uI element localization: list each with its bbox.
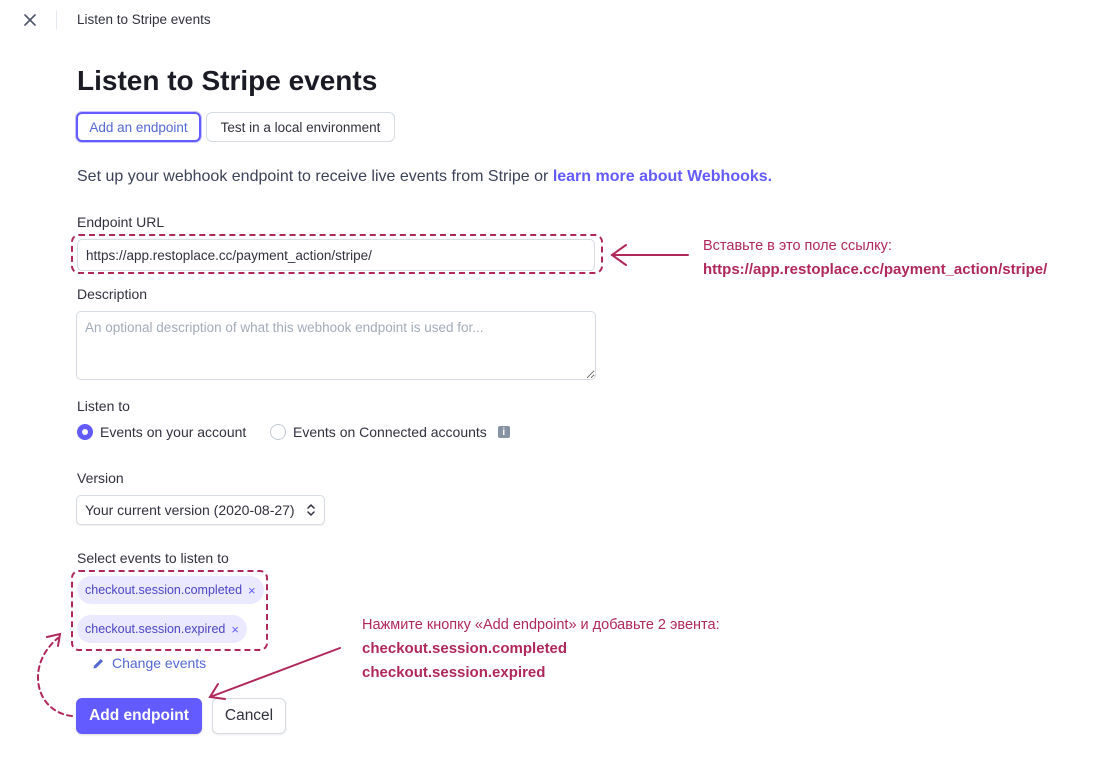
events-note-line3: checkout.session.expired [362, 664, 546, 681]
url-note-line2: https://app.restoplace.cc/payment_action… [703, 261, 1048, 278]
button-arrow [208, 647, 341, 700]
url-arrow [610, 244, 689, 266]
url-note-line1: Вставьте в это поле ссылку: [703, 238, 892, 254]
events-instruction-note: Нажмите кнопку «Add endpoint» и добавьте… [362, 614, 720, 685]
events-note-line1: Нажмите кнопку «Add endpoint» и добавьте… [362, 617, 720, 633]
events-note-line2: checkout.session.completed [362, 640, 568, 657]
loop-arrow [36, 632, 73, 717]
url-instruction-note: Вставьте в это поле ссылку: https://app.… [703, 235, 1047, 282]
